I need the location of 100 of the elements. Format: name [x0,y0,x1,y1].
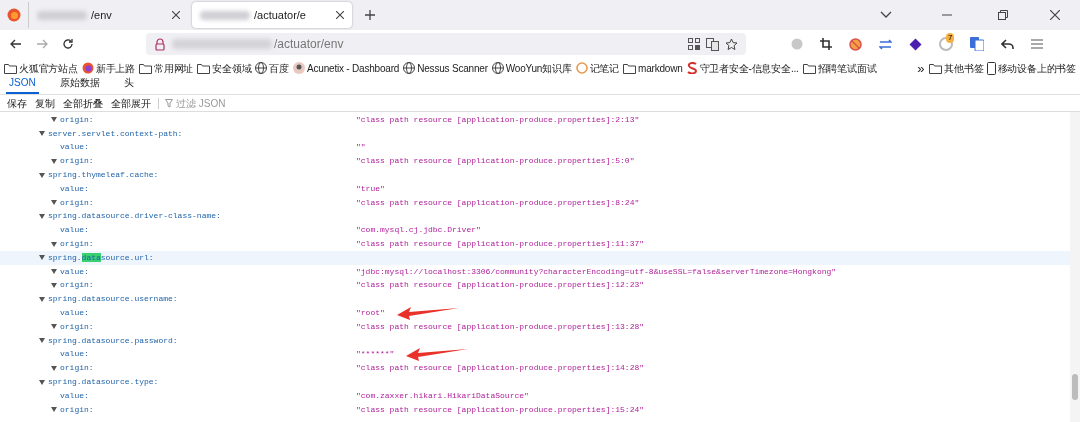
bookmark[interactable]: Nessus Scanner [403,60,488,76]
bookmark[interactable]: Acunetix - Dashboard [293,60,400,76]
property-value: "class path resource [application-produce.properties]:15:24" [356,403,645,416]
expand-toggle-icon[interactable] [51,365,57,371]
notification-badge: 7 [946,33,955,43]
toolbar-button[interactable]: 全部展开 [110,95,152,111]
property-value: "class path resource [application-produce.properties]:14:28" [356,362,645,375]
chevron-down-icon[interactable] [880,11,892,19]
toolbar-button[interactable]: 保存 [6,95,28,111]
property-value: "com.mysql.cj.jdbc.Driver" [356,224,481,237]
bookmark[interactable]: 其他书签 [929,60,984,76]
viewer-tab[interactable]: JSON [6,75,39,94]
property-key: value: [60,224,356,237]
bookmark[interactable]: 常用网址 [139,60,194,76]
filter-icon [165,98,173,108]
folder-icon [4,62,17,74]
toolbar-button[interactable]: 全部折叠 [62,95,104,111]
diamond-icon[interactable] [909,37,922,51]
property-key[interactable]: server.servlet.context-path: [48,127,183,140]
star-icon[interactable] [725,37,738,51]
expand-toggle-icon[interactable] [51,282,57,288]
property-key: origin: [60,403,356,416]
property-key[interactable]: spring.datasource.type: [48,376,159,389]
expand-toggle-icon[interactable] [39,255,45,261]
filter-field[interactable]: 过滤 JSON [176,95,256,111]
browser-tab[interactable]: /env [28,2,188,28]
expand-toggle-icon[interactable] [51,241,57,247]
expand-toggle-icon[interactable] [51,407,57,413]
crop-icon[interactable] [820,38,832,50]
expand-toggle-icon[interactable] [39,379,45,385]
property-key: origin: [60,362,356,375]
bookmark[interactable]: 安全领域 [197,60,252,76]
viewer-tab[interactable]: 原始数据 [56,75,103,94]
expand-toggle-icon[interactable] [39,131,45,137]
property-key[interactable]: spring.thymeleaf.cache: [48,169,159,182]
expand-toggle-icon[interactable] [39,296,45,302]
expand-toggle-icon[interactable] [51,324,57,330]
property-value: "true" [356,182,385,195]
address-bar[interactable]: /actuator/env [146,33,746,55]
property-value: "class path resource [application-produce.properties]:13:28" [356,320,645,333]
bookmark[interactable]: markdown [623,60,683,76]
expand-toggle-icon[interactable] [51,200,57,206]
property-value: "" [356,141,366,154]
firefox-icon[interactable] [7,8,21,22]
bookmark[interactable]: WooYun知识库 [491,60,572,76]
property-key[interactable]: spring.datasource.password: [48,334,178,347]
bookmark[interactable]: 守卫者安全-信息安全... [686,60,799,76]
property-key: origin: [60,155,356,168]
bookmarks-overflow-button[interactable]: » [917,61,925,75]
folder-icon [929,62,943,74]
avatar-icon [293,62,306,74]
property-key: origin: [60,279,356,292]
close-tab-icon[interactable] [172,11,180,19]
property-key: value: [60,348,356,361]
bookmark[interactable]: 新手上路 [81,60,135,76]
back-icon[interactable] [10,39,22,49]
phone-icon [986,61,996,75]
close-tab-icon[interactable] [336,11,344,19]
new-tab-button[interactable] [364,9,376,21]
qr-code-icon[interactable] [688,38,700,50]
folder-icon [802,62,816,74]
expand-toggle-icon[interactable] [51,117,57,123]
scrollbar[interactable] [1070,112,1080,422]
property-value: "class path resource [application-produce.properties]:8:24" [356,196,640,209]
tab-title: /actuator/e [254,7,306,23]
expand-toggle-icon[interactable] [39,213,45,219]
url-text: /actuator/env [274,36,344,53]
expand-toggle-icon[interactable] [39,338,45,344]
property-key[interactable]: spring.datasource.username: [48,293,178,306]
redaction-blur [37,10,87,20]
property-value: "class path resource [application-produce.properties]:2:13" [356,113,640,126]
browser-tab[interactable]: /actuator/e [192,2,352,28]
property-key: value: [60,307,356,320]
forward-icon [36,39,48,49]
bookmark[interactable]: 火狐官方站点 [4,60,78,76]
undo-icon[interactable] [1001,38,1014,50]
translate-icon[interactable] [970,37,984,51]
globe-icon [255,62,268,74]
translate-icon[interactable] [706,37,719,51]
property-value: "class path resource [application-produce.properties]:12:23" [356,279,645,292]
s-logo-icon [686,62,698,74]
toolbar-button[interactable]: 复制 [34,95,56,111]
folder-icon [623,62,636,74]
firefox-icon [81,62,94,74]
bookmark[interactable]: 移动设备上的书签 [986,60,1076,76]
expand-toggle-icon[interactable] [39,172,45,178]
viewer-tab[interactable]: 头 [120,75,137,94]
bookmark[interactable]: 招聘笔试面试 [802,60,877,76]
property-key: origin: [60,320,356,333]
restore-icon[interactable] [998,10,1008,20]
blocked-icon[interactable] [849,37,862,51]
expand-toggle-icon[interactable] [51,269,57,275]
expand-toggle-icon[interactable] [51,158,57,164]
sync-icon[interactable] [879,37,892,51]
property-value: "jdbc:mysql://localhost:3306/community?characterEncoding=utf-8&useSSL=false&serverTimezone=Hongkong" [356,265,837,278]
reload-icon[interactable] [62,38,74,50]
close-icon[interactable] [1050,10,1060,20]
bookmark[interactable]: 记笔记 [575,60,619,76]
bookmark[interactable]: 百度 [255,60,290,76]
property-key[interactable]: spring.datasource.driver-class-name: [48,210,221,223]
